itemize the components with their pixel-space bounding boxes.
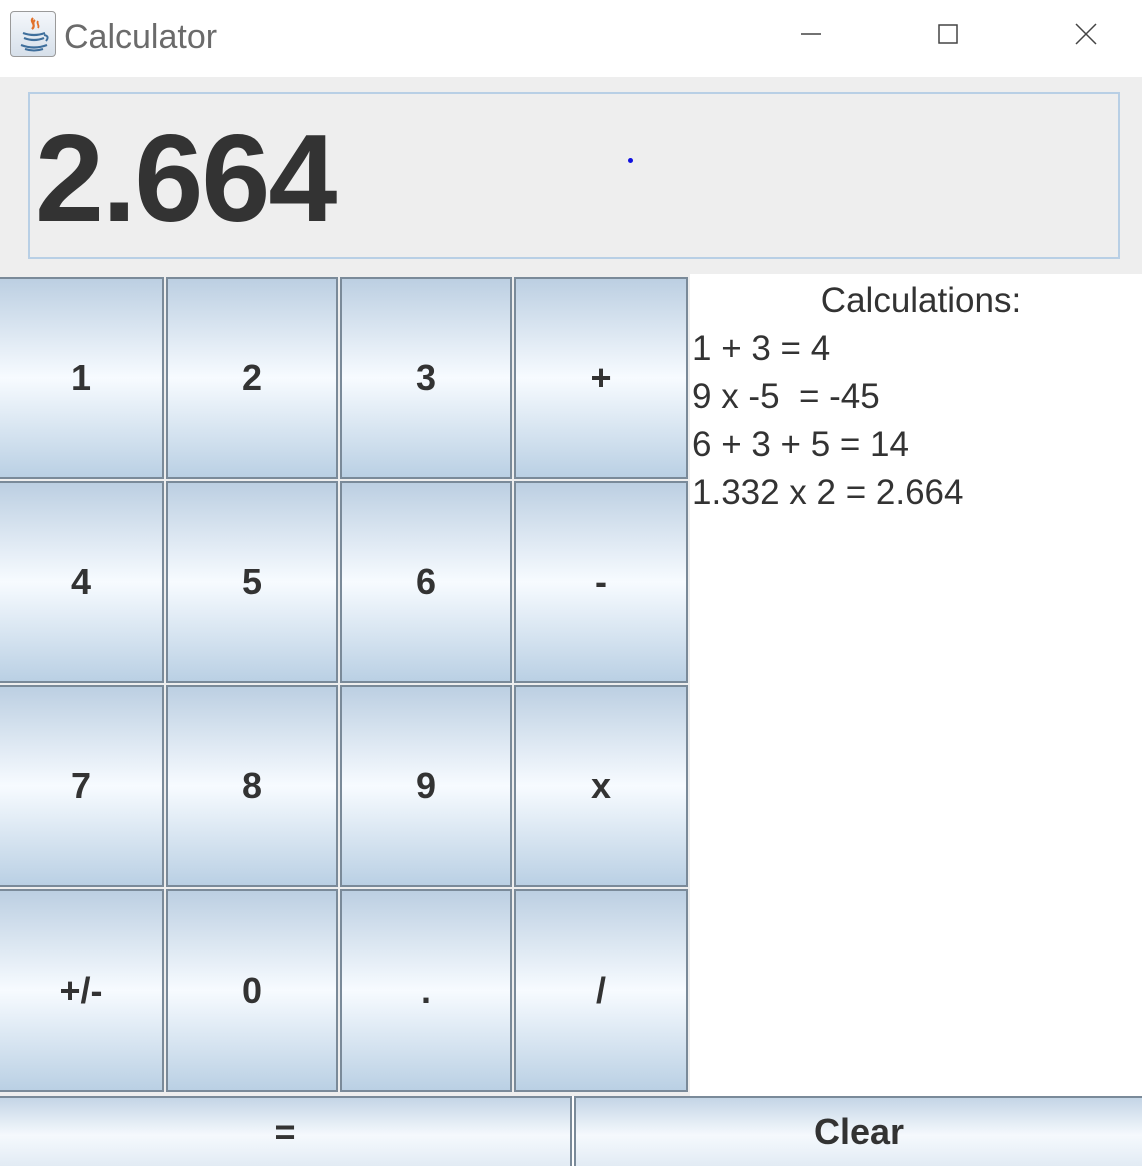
key-3[interactable]: 3 [340,277,512,479]
key-8[interactable]: 8 [166,685,338,887]
key-2[interactable]: 2 [166,277,338,479]
bottom-row: = Clear [0,1096,1142,1166]
result-display[interactable]: 2.664 [28,92,1120,259]
display-area: 2.664 [0,77,1142,274]
key-6[interactable]: 6 [340,481,512,683]
key-multiply[interactable]: x [514,685,688,887]
calculation-line: 1.332 x 2 = 2.664 [692,473,964,512]
key-decimal[interactable]: . [340,889,512,1092]
equals-button[interactable]: = [0,1096,572,1166]
clear-button[interactable]: Clear [574,1096,1142,1166]
calculations-panel: Calculations: 1 + 3 = 4 9 x -5 = -45 6 +… [690,274,1142,1096]
minimize-button[interactable] [776,0,846,70]
key-1[interactable]: 1 [0,277,164,479]
key-0[interactable]: 0 [166,889,338,1092]
key-plus[interactable]: + [514,277,688,479]
close-icon [1075,23,1097,45]
maximize-button[interactable] [913,0,983,70]
key-negate[interactable]: +/- [0,889,164,1092]
calculations-heading: Calculations: [820,281,1022,320]
window-title: Calculator [64,18,218,56]
title-bar[interactable]: Calculator [0,0,1142,77]
calculation-line: 6 + 3 + 5 = 14 [692,425,909,464]
caret-dot [628,158,633,163]
key-9[interactable]: 9 [340,685,512,887]
display-value: 2.664 [35,110,337,248]
key-5[interactable]: 5 [166,481,338,683]
calculation-line: 1 + 3 = 4 [692,329,831,368]
key-7[interactable]: 7 [0,685,164,887]
minimize-icon [801,33,821,35]
maximize-icon [938,24,958,44]
java-cup-icon [10,11,56,57]
close-button[interactable] [1051,0,1121,70]
keypad: 1 2 3 + 4 5 6 - 7 8 9 x +/- 0 . / [0,274,690,1096]
calculation-line: 9 x -5 = -45 [692,377,880,416]
key-minus[interactable]: - [514,481,688,683]
key-divide[interactable]: / [514,889,688,1092]
key-4[interactable]: 4 [0,481,164,683]
